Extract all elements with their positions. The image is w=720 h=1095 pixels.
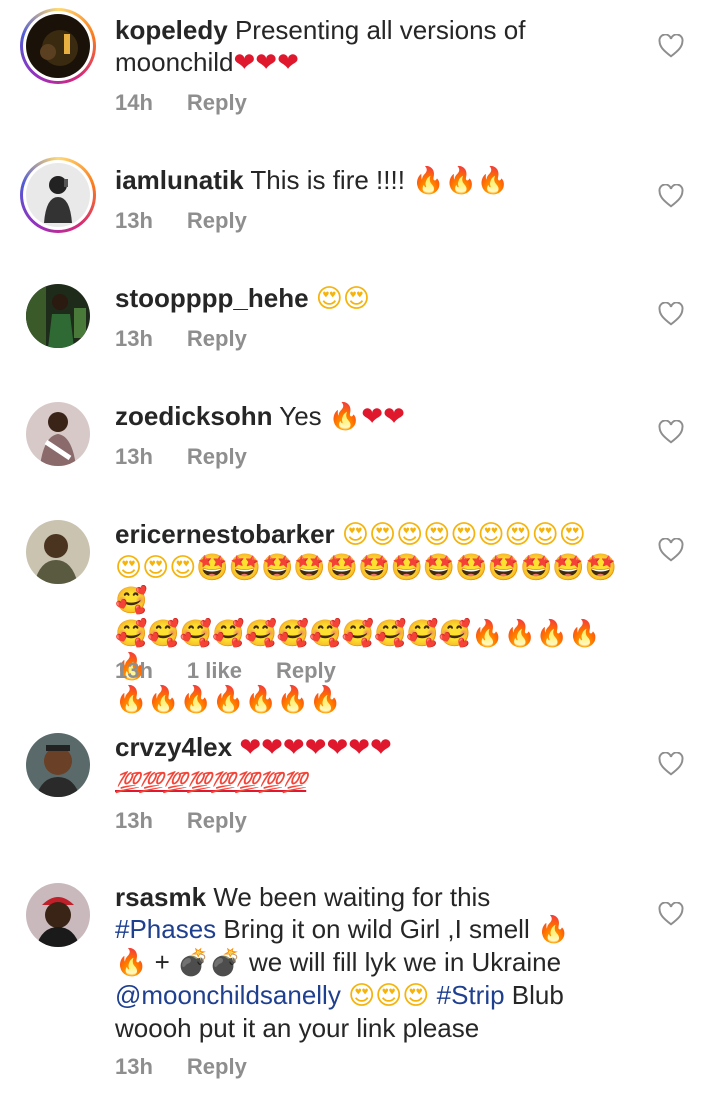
comment-body: iamlunatik This is fire !!!! 🔥🔥🔥 (115, 164, 625, 197)
heart-eyes-emoji: 😍😍😍😍😍😍😍😍😍 (341, 520, 586, 550)
hashtag-link[interactable]: #Phases (115, 914, 216, 944)
avatar[interactable] (26, 883, 90, 947)
comment-body: rsasmk We been waiting for this #Phases … (115, 881, 625, 1044)
heart-outline-icon[interactable] (658, 902, 684, 926)
username[interactable]: stoopppp_hehe (115, 283, 309, 313)
timestamp: 14h (115, 90, 153, 115)
avatar[interactable] (20, 157, 96, 233)
reply-button[interactable]: Reply (187, 808, 247, 833)
reply-button[interactable]: Reply (187, 326, 247, 351)
reply-button[interactable]: Reply (187, 444, 247, 469)
heart-outline-icon[interactable] (658, 34, 684, 58)
fire-emoji: 🔥 (115, 948, 148, 978)
comment-text: We been waiting for this (213, 882, 491, 912)
comment-meta: 13h Reply (115, 1054, 281, 1080)
comment-meta: 13h Reply (115, 208, 281, 234)
heart-emoji: ❤❤❤❤❤❤❤ (239, 733, 392, 763)
heart-outline-icon[interactable] (658, 752, 684, 776)
heart-outline-icon[interactable] (658, 302, 684, 326)
mention-link[interactable]: @moonchildsanelly (115, 980, 341, 1010)
avatar[interactable] (26, 402, 90, 466)
username[interactable]: zoedicksohn (115, 401, 272, 431)
comment-text: Yes (279, 401, 322, 431)
avatar[interactable] (26, 733, 90, 797)
username[interactable]: iamlunatik (115, 165, 244, 195)
fire-emoji: 🔥🔥🔥 (412, 166, 510, 196)
heart-outline-icon[interactable] (658, 184, 684, 208)
heart-outline-icon[interactable] (658, 538, 684, 562)
comment-text: Blub (511, 980, 564, 1010)
comment-text: we will fill lyk we in Ukraine (249, 947, 562, 977)
comment-body: stoopppp_hehe 😍😍 (115, 282, 625, 315)
comment-meta: 13h Reply (115, 808, 281, 834)
fire-emoji: 🔥🔥🔥🔥🔥🔥🔥 (115, 685, 342, 715)
heart-eyes-emoji: 😍😍 (315, 284, 371, 314)
username[interactable]: ericernestobarker (115, 519, 335, 549)
comment-text: woooh put it an your link please (115, 1013, 480, 1043)
timestamp: 13h (115, 208, 153, 233)
timestamp: 13h (115, 326, 153, 351)
timestamp: 13h (115, 444, 153, 469)
comment-meta: 13h 1 like Reply (115, 658, 370, 684)
reply-button[interactable]: Reply (187, 208, 247, 233)
hundred-points-emoji: 💯💯💯💯💯💯💯💯 (115, 770, 307, 794)
comment-text: This is fire !!!! (250, 165, 405, 195)
likes-count[interactable]: 1 like (187, 658, 242, 683)
star-eyes-emoji: 😍😍😍🤩🤩🤩🤩🤩🤩🤩🤩🤩🤩🤩🤩🤩🥰 (115, 553, 618, 616)
timestamp: 13h (115, 658, 153, 683)
comment-meta: 14h Reply (115, 90, 281, 116)
fire-heart-emoji: 🔥❤❤ (328, 402, 405, 432)
reply-button[interactable]: Reply (187, 90, 247, 115)
comment-text: Bring it on wild Girl ,I smell (223, 914, 530, 944)
bomb-emoji: 💣💣 (177, 948, 242, 978)
comment-body: crvzy4lex ❤❤❤❤❤❤❤ 💯💯💯💯💯💯💯💯 (115, 731, 625, 798)
avatar[interactable] (20, 8, 96, 84)
username[interactable]: rsasmk (115, 882, 206, 912)
comment-body: ericernestobarker 😍😍😍😍😍😍😍😍😍 😍😍😍🤩🤩🤩🤩🤩🤩🤩🤩🤩… (115, 518, 625, 716)
comment-meta: 13h Reply (115, 326, 281, 352)
comment-body: kopeledy Presenting all versions of moon… (115, 14, 625, 79)
comment-body: zoedicksohn Yes 🔥❤❤ (115, 400, 625, 433)
comment-text: + (154, 947, 170, 977)
username[interactable]: crvzy4lex (115, 732, 232, 762)
heart-eyes-emoji: 😍😍😍 (348, 981, 430, 1011)
reply-button[interactable]: Reply (276, 658, 336, 683)
heart-outline-icon[interactable] (658, 420, 684, 444)
hashtag-link[interactable]: #Strip (437, 980, 505, 1010)
avatar[interactable] (26, 284, 90, 348)
timestamp: 13h (115, 1054, 153, 1079)
fire-emoji: 🔥 (536, 915, 570, 945)
comment-meta: 13h Reply (115, 444, 281, 470)
username[interactable]: kopeledy (115, 15, 228, 45)
timestamp: 13h (115, 808, 153, 833)
reply-button[interactable]: Reply (187, 1054, 247, 1079)
heart-emoji: ❤❤❤ (233, 48, 299, 78)
avatar[interactable] (26, 520, 90, 584)
